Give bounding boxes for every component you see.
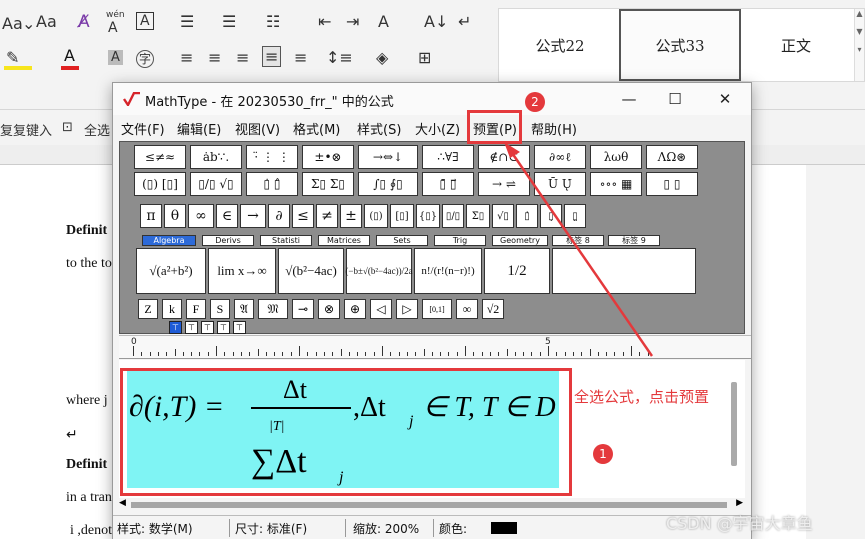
- watermark: CSDN @宇宙大章鱼: [666, 514, 813, 533]
- annotation-arrow: [504, 142, 654, 357]
- screen: Aa ⌄ Aa A̸ wén A A ✎ A A 字 ☰ ☰ ☷ ⇤ ⇥ A A…: [0, 0, 865, 539]
